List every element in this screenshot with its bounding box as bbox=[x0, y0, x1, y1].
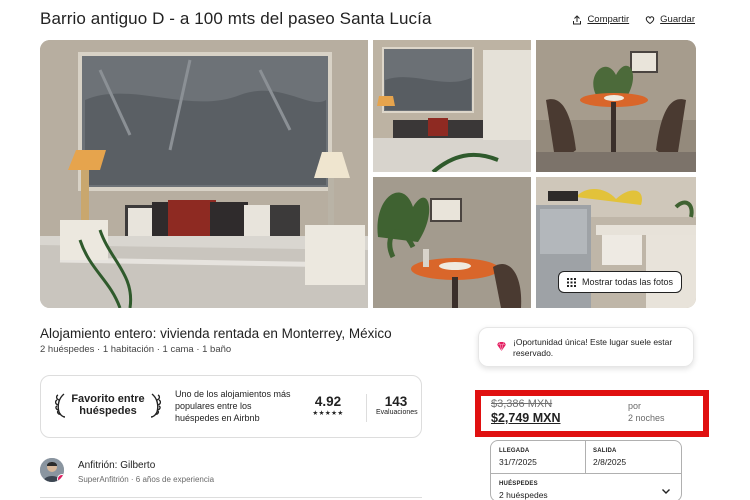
host-avatar[interactable] bbox=[40, 458, 64, 482]
checkin-value: 31/7/2025 bbox=[499, 457, 537, 467]
checkin-field[interactable]: LLEGADA 31/7/2025 bbox=[499, 448, 537, 467]
guests-value: 2 huéspedes bbox=[499, 490, 548, 500]
rating-block: 4.92 ★★★★★ bbox=[303, 394, 353, 417]
guests-field[interactable]: HUÉSPEDES 2 huéspedes bbox=[499, 481, 548, 500]
discounted-price[interactable]: $2,749 MXN bbox=[491, 411, 560, 425]
reviews-count: 143 bbox=[384, 394, 408, 409]
rare-find-text: ¡Oportunidad única! Este lugar suele est… bbox=[513, 337, 673, 358]
superhost-badge bbox=[57, 474, 64, 482]
checkout-label: SALIDA bbox=[593, 448, 617, 454]
photo-bedroom-wide[interactable] bbox=[373, 40, 531, 172]
rating-value: 4.92 bbox=[314, 394, 342, 409]
photo-table-plant[interactable] bbox=[373, 177, 531, 308]
share-icon bbox=[573, 14, 582, 24]
photo-dining-nook[interactable] bbox=[536, 40, 696, 172]
show-all-photos-label: Mostrar todas las fotos bbox=[581, 277, 673, 287]
guest-favorite-description: Uno de los alojamientos más populares en… bbox=[175, 389, 291, 423]
guest-favorite-card: Favorito entre huéspedes Uno de los aloj… bbox=[40, 375, 422, 438]
heart-icon bbox=[645, 15, 655, 24]
reviews-label: Evaluaciones bbox=[376, 409, 418, 416]
rating-stars: ★★★★★ bbox=[312, 410, 344, 417]
share-label: Compartir bbox=[587, 14, 630, 25]
chevron-down-icon[interactable] bbox=[661, 486, 671, 496]
per-label: por bbox=[628, 401, 642, 411]
booking-form: LLEGADA 31/7/2025 SALIDA 2/8/2025 HUÉSPE… bbox=[490, 440, 682, 500]
divider bbox=[585, 441, 586, 473]
reviews-link[interactable]: 143 Evaluaciones bbox=[376, 394, 418, 416]
rare-find-card: ¡Oportunidad única! Este lugar suele est… bbox=[478, 327, 694, 367]
guest-favorite-badge: Favorito entre huéspedes bbox=[55, 392, 161, 418]
host-subtitle: SuperAnfitrión · 6 años de experiencia bbox=[78, 475, 215, 484]
share-button[interactable]: Compartir bbox=[572, 14, 629, 25]
divider bbox=[40, 497, 422, 498]
gem-icon bbox=[497, 341, 506, 352]
original-price: $3,386 MXN bbox=[491, 398, 553, 410]
checkin-label: LLEGADA bbox=[499, 448, 530, 454]
photo-main-bedroom[interactable] bbox=[40, 40, 368, 308]
checkout-value: 2/8/2025 bbox=[593, 457, 627, 467]
listing-details: 2 huéspedes · 1 habitación · 1 cama · 1 … bbox=[40, 344, 232, 355]
listing-title: Barrio antiguo D - a 100 mts del paseo S… bbox=[40, 9, 432, 28]
checkout-field[interactable]: SALIDA 2/8/2025 bbox=[593, 448, 626, 467]
nights-label: 2 noches bbox=[628, 413, 665, 423]
divider bbox=[366, 394, 367, 422]
top-actions: Compartir Guardar bbox=[572, 14, 695, 25]
show-all-photos-button[interactable]: Mostrar todas las fotos bbox=[557, 271, 682, 293]
photo-gallery: Mostrar todas las fotos bbox=[40, 40, 696, 308]
host-name: Anfitrión: Gilberto bbox=[78, 460, 156, 471]
guest-favorite-text: Favorito entre huéspedes bbox=[71, 393, 145, 417]
save-label: Guardar bbox=[660, 14, 695, 25]
guests-label: HUÉSPEDES bbox=[499, 481, 538, 487]
listing-subtitle: Alojamiento entero: vivienda rentada en … bbox=[40, 326, 392, 341]
save-button[interactable]: Guardar bbox=[645, 14, 695, 25]
price-per-nights: por 2 noches bbox=[628, 400, 665, 424]
grid-icon bbox=[566, 277, 576, 287]
divider bbox=[491, 473, 681, 474]
laurel-icon bbox=[150, 393, 161, 418]
laurel-icon bbox=[55, 393, 66, 418]
